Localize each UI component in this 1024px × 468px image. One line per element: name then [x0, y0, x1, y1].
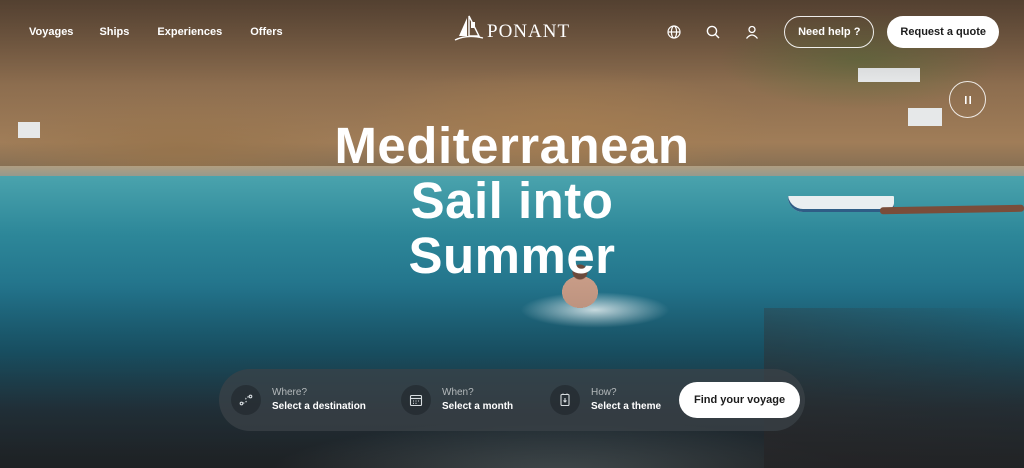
route-icon [231, 385, 261, 415]
headline-line-3: Summer [408, 227, 616, 284]
ponant-logo[interactable]: PONANT [453, 14, 570, 44]
theme-field[interactable]: How? Select a theme [550, 385, 679, 415]
pause-icon [964, 95, 971, 104]
destination-value: Select a destination [272, 401, 366, 412]
nav-item-experiences[interactable]: Experiences [157, 26, 222, 38]
month-label: When? [442, 387, 474, 398]
find-voyage-button[interactable]: Find your voyage [679, 382, 801, 418]
search-icon[interactable] [702, 21, 724, 43]
user-icon[interactable] [741, 21, 763, 43]
month-field[interactable]: When? Select a month [401, 385, 550, 415]
video-pause-button[interactable] [949, 81, 986, 118]
calendar-icon [401, 385, 431, 415]
need-help-button[interactable]: Need help ? [784, 16, 875, 48]
voyage-search-bar: Where? Select a destination When? Select… [219, 369, 805, 431]
ponant-sail-icon [453, 14, 485, 44]
request-quote-button[interactable]: Request a quote [887, 16, 999, 48]
hero-headline: Mediterranean Sail into Summer [0, 118, 1024, 283]
month-value: Select a month [442, 401, 514, 412]
destination-field[interactable]: Where? Select a destination [231, 385, 401, 415]
nav-item-ships[interactable]: Ships [99, 26, 129, 38]
theme-label: How? [591, 387, 617, 398]
hero-banner: Voyages Ships Experiences Offers PONANT [0, 0, 1024, 468]
nav-item-offers[interactable]: Offers [250, 26, 282, 38]
headline-line-2: Sail into [410, 172, 614, 229]
main-nav: Voyages Ships Experiences Offers [29, 26, 283, 38]
globe-icon[interactable] [663, 21, 685, 43]
theme-icon [550, 385, 580, 415]
header-actions: Need help ? Request a quote [663, 16, 999, 48]
nav-item-voyages[interactable]: Voyages [29, 26, 73, 38]
logo-text: PONANT [487, 20, 571, 42]
headline-line-1: Mediterranean [334, 117, 690, 174]
destination-label: Where? [272, 387, 308, 398]
theme-value: Select a theme [591, 401, 662, 412]
